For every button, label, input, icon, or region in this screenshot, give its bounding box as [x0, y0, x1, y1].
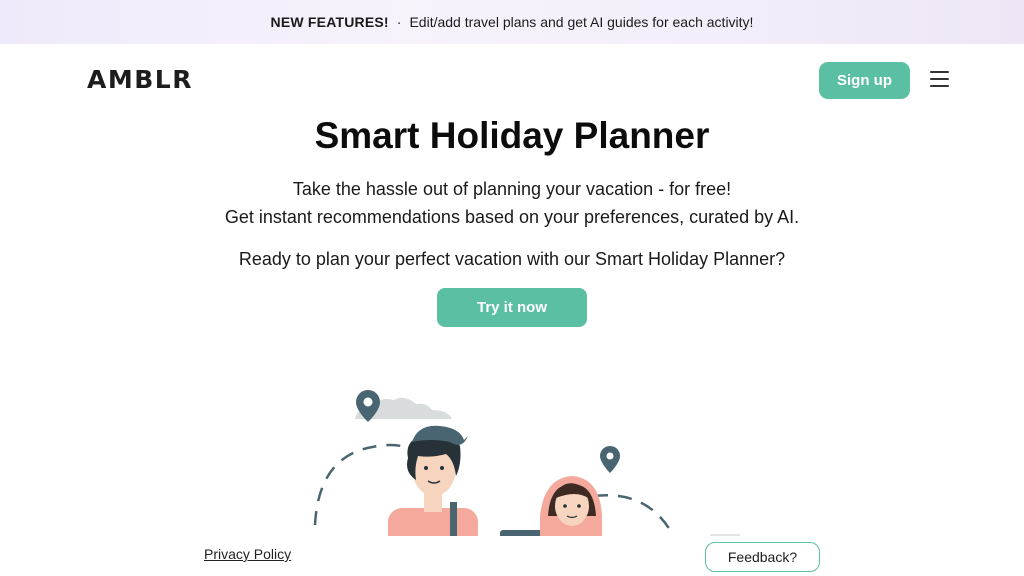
menu-line [930, 85, 949, 87]
hero-subtitle-line-1: Take the hassle out of planning your vac… [292, 179, 732, 199]
announcement-banner[interactable]: NEW FEATURES! · Edit/add travel plans an… [0, 0, 1024, 44]
signup-button[interactable]: Sign up [819, 62, 910, 99]
banner-separator: · [396, 14, 402, 30]
hamburger-icon[interactable] [930, 71, 949, 87]
hero-subtitle-line-2: Get instant recommendations based on you… [224, 207, 800, 227]
site-header: AMBLR Sign up [0, 44, 1024, 116]
privacy-policy-link[interactable]: Privacy Policy [204, 546, 291, 562]
route-path [593, 494, 672, 531]
logo[interactable]: AMBLR [87, 66, 193, 94]
man-figure [388, 425, 478, 536]
menu-line [930, 78, 949, 80]
page-title: Smart Holiday Planner [314, 115, 710, 156]
menu-line [930, 71, 949, 73]
location-pin-icon [600, 446, 620, 473]
woman-figure [500, 476, 602, 536]
try-it-now-button[interactable]: Try it now [437, 288, 587, 327]
hero-subtitle: Take the hassle out of planning your vac… [0, 175, 1024, 231]
travel-illustration [313, 390, 740, 536]
feedback-button[interactable]: Feedback? [705, 542, 820, 572]
banner-text: Edit/add travel plans and get AI guides … [409, 14, 754, 30]
banner-highlight: NEW FEATURES! [270, 14, 389, 30]
hero-question: Ready to plan your perfect vacation with… [238, 249, 786, 269]
